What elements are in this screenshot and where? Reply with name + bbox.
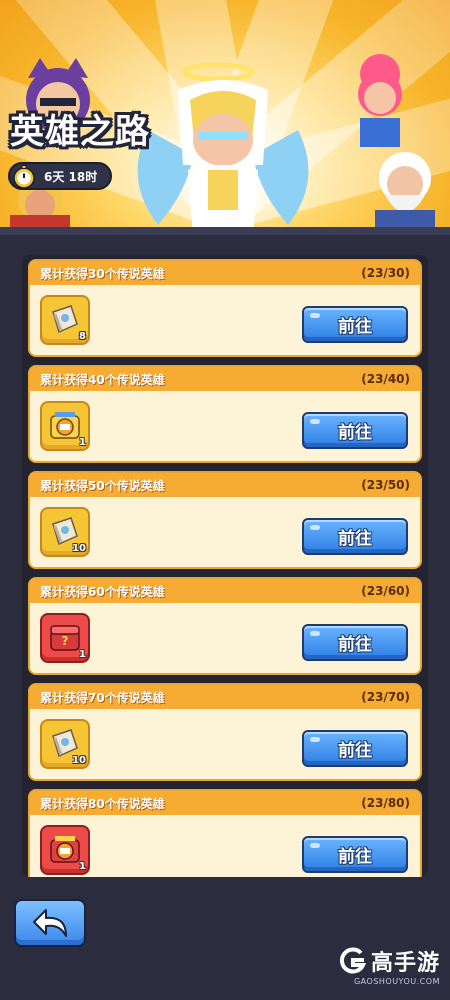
reward-item[interactable]: 8 bbox=[40, 295, 90, 345]
task-label: 累计获得50个传说英雄 bbox=[40, 478, 165, 493]
reward-quantity: 10 bbox=[72, 755, 86, 766]
task-card: 累计获得80个传说英雄 (23/80) 1 前往 bbox=[28, 789, 422, 877]
watermark-subtext: GAOSHOUYOU.COM bbox=[353, 977, 440, 986]
task-progress: (23/80) bbox=[361, 796, 410, 810]
reward-item[interactable]: 10 bbox=[40, 507, 90, 557]
stopwatch-icon bbox=[13, 165, 35, 189]
task-card: 累计获得30个传说英雄 (23/30) 8 前往 bbox=[28, 259, 422, 357]
go-button[interactable]: 前往 bbox=[302, 518, 408, 555]
hero-portrait-elder bbox=[375, 152, 435, 235]
reward-quantity: 1 bbox=[79, 861, 86, 872]
task-label: 累计获得60个传说英雄 bbox=[40, 584, 165, 599]
back-button[interactable] bbox=[14, 899, 86, 947]
task-label: 累计获得40个传说英雄 bbox=[40, 372, 165, 387]
go-button[interactable]: 前往 bbox=[302, 624, 408, 661]
reward-quantity: 10 bbox=[72, 543, 86, 554]
task-progress: (23/40) bbox=[361, 372, 410, 386]
hero-portrait-pink bbox=[358, 54, 402, 147]
watermark-text: 高手游 bbox=[370, 951, 440, 976]
task-card: 累计获得60个传说英雄 (23/60) ? 1 前往 bbox=[28, 577, 422, 675]
go-button[interactable]: 前往 bbox=[302, 836, 408, 873]
event-timer: 6天 18时 bbox=[8, 162, 112, 190]
reward-item[interactable]: 10 bbox=[40, 719, 90, 769]
reward-quantity: 8 bbox=[79, 331, 86, 342]
watermark-logo-icon bbox=[339, 947, 367, 974]
task-progress: (23/50) bbox=[361, 478, 410, 492]
timer-text: 6天 18时 bbox=[44, 169, 98, 184]
task-label: 累计获得70个传说英雄 bbox=[40, 690, 165, 705]
reward-item[interactable]: ? 1 bbox=[40, 613, 90, 663]
go-button[interactable]: 前往 bbox=[302, 306, 408, 343]
reward-item[interactable]: 1 bbox=[40, 825, 90, 875]
red-chest-icon bbox=[50, 836, 80, 863]
back-arrow-icon bbox=[33, 909, 67, 937]
task-card: 累计获得50个传说英雄 (23/50) 10 前往 bbox=[28, 471, 422, 569]
task-label: 累计获得30个传说英雄 bbox=[40, 266, 165, 281]
task-progress: (23/70) bbox=[361, 690, 410, 704]
reward-quantity: 1 bbox=[79, 649, 86, 660]
svg-text:?: ? bbox=[62, 634, 69, 648]
go-button[interactable]: 前往 bbox=[302, 412, 408, 449]
scroll-icon bbox=[52, 305, 78, 334]
watermark: 高手游 GAOSHOUYOU.COM bbox=[339, 945, 440, 986]
task-progress: (23/60) bbox=[361, 584, 410, 598]
page-title: 英雄之路 bbox=[10, 112, 150, 152]
task-progress: (23/30) bbox=[361, 266, 410, 280]
legend-chest-icon bbox=[50, 412, 80, 439]
task-card: 累计获得40个传说英雄 (23/40) 1 前往 bbox=[28, 365, 422, 463]
bottom-bar: 高手游 GAOSHOUYOU.COM bbox=[0, 885, 450, 1000]
event-banner: 英雄之路 6天 18时 bbox=[0, 0, 450, 235]
task-list[interactable]: 累计获得30个传说英雄 (23/30) 8 前往 累计获得40个传说英雄 (23… bbox=[22, 255, 428, 877]
reward-item[interactable]: 1 bbox=[40, 401, 90, 451]
task-card: 累计获得70个传说英雄 (23/70) 10 前往 bbox=[28, 683, 422, 781]
go-button[interactable]: 前往 bbox=[302, 730, 408, 767]
hero-portrait-angel bbox=[137, 62, 309, 235]
mystery-chest-icon: ? bbox=[50, 625, 80, 651]
reward-quantity: 1 bbox=[79, 437, 86, 448]
task-label: 累计获得80个传说英雄 bbox=[40, 796, 165, 811]
